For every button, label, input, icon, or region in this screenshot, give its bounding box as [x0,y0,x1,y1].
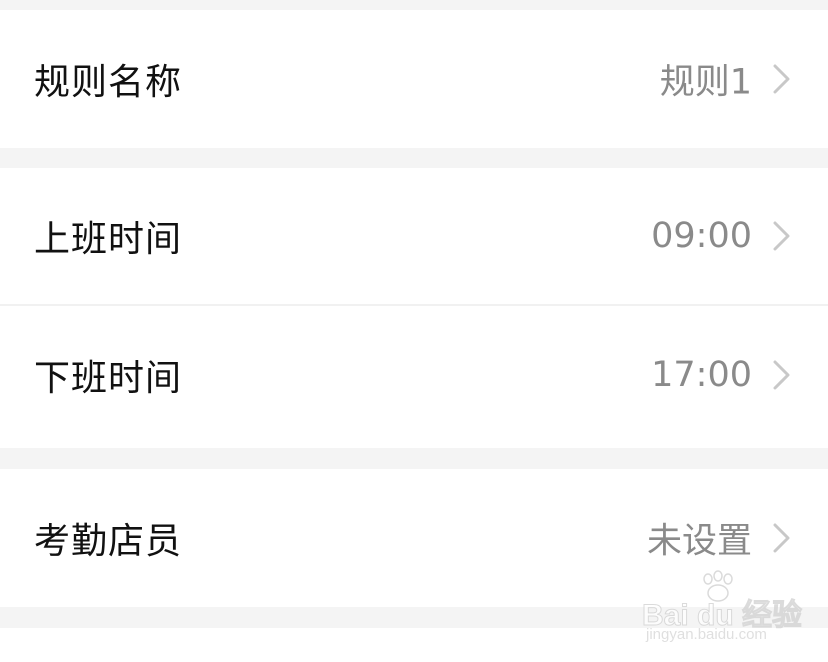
group-next-partial [0,628,828,662]
rule-name-value: 规则1 [659,62,752,103]
group-work-time: 上班时间 09:00 下班时间 17:00 [0,168,828,448]
chevron-right-icon [772,360,792,390]
attendance-staff-label: 考勤店员 [34,521,183,562]
attendance-staff-value: 未设置 [646,521,752,562]
rule-name-label: 规则名称 [34,62,183,103]
chevron-right-icon [772,523,792,553]
settings-screen: 规则名称 规则1 上班时间 09:00 下班时间 17:00 考勤店员 未设置 … [0,0,828,662]
start-time-value: 09:00 [651,216,752,256]
row-rule-name[interactable]: 规则名称 规则1 [0,10,828,148]
row-end-time[interactable]: 下班时间 17:00 [0,306,828,444]
chevron-right-icon [772,221,792,251]
end-time-label: 下班时间 [34,358,183,399]
group-staff: 考勤店员 未设置 [0,469,828,607]
row-attendance-staff[interactable]: 考勤店员 未设置 [0,469,828,607]
row-start-time[interactable]: 上班时间 09:00 [0,168,828,306]
group-rule-name: 规则名称 规则1 [0,10,828,148]
start-time-label: 上班时间 [34,219,183,260]
end-time-value: 17:00 [651,355,752,395]
chevron-right-icon [772,64,792,94]
